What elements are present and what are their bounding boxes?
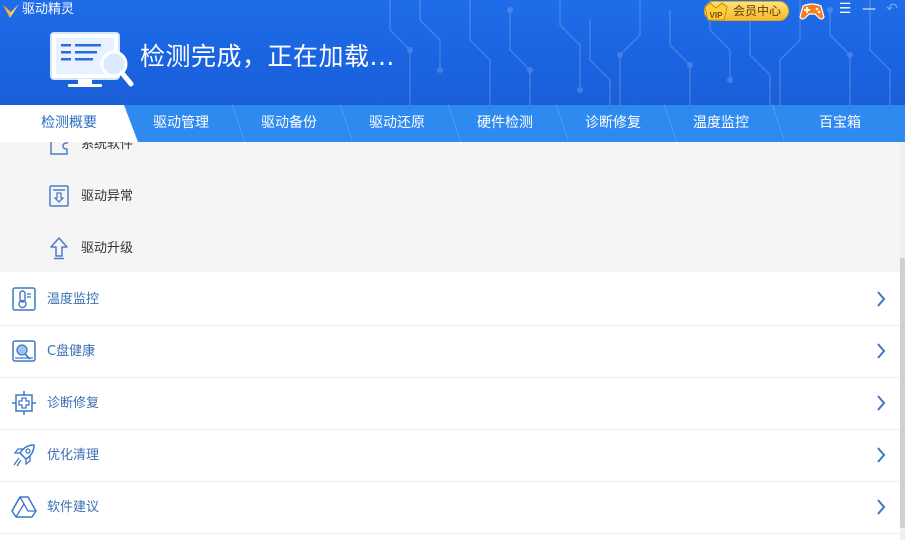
- sub-item-driver-upgrade[interactable]: 驱动升级: [0, 222, 900, 274]
- app-title: 驱动精灵: [22, 2, 75, 17]
- nav-row-label: 温度监控: [47, 292, 100, 307]
- app-logo-icon: [3, 4, 19, 18]
- tab-label: 驱动管理: [153, 115, 209, 131]
- tab-hardware-check[interactable]: 硬件检测: [451, 105, 559, 142]
- overview-content: 系统软件 驱动异常 驱动升级 温度监控 C盘健康 诊断修复 优化清理 软件建议: [0, 142, 905, 540]
- menu-icon[interactable]: ☰: [835, 0, 855, 20]
- chevron-right-icon: [877, 447, 886, 463]
- tab-label: 检测概要: [41, 115, 97, 131]
- game-controller-icon[interactable]: [798, 0, 826, 22]
- tab-driver-manage[interactable]: 驱动管理: [127, 105, 235, 142]
- nav-row-label: 诊断修复: [47, 396, 100, 411]
- minimize-icon[interactable]: —: [859, 0, 879, 20]
- tab-toolbox[interactable]: 百宝箱: [775, 105, 905, 142]
- main-tab-bar: 检测概要 驱动管理 驱动备份 驱动还原 硬件检测 诊断修复 温度监控 百宝箱: [0, 105, 905, 142]
- disk-health-icon: [12, 340, 36, 362]
- software-suggest-icon: [11, 496, 37, 518]
- sub-item-driver-exception[interactable]: 驱动异常: [0, 170, 900, 222]
- tab-overview[interactable]: 检测概要: [0, 105, 138, 142]
- tab-driver-restore[interactable]: 驱动还原: [343, 105, 451, 142]
- vip-center-label: 会员中心: [733, 4, 782, 18]
- diagnose-repair-icon: [12, 391, 36, 415]
- nav-row-temperature-monitor[interactable]: 温度监控: [0, 274, 900, 326]
- title-bar: 驱动精灵 VIP 会员中心 ☰ — ↶: [0, 0, 905, 22]
- scrollbar-thumb[interactable]: [900, 258, 905, 528]
- tab-diagnose-repair[interactable]: 诊断修复: [559, 105, 667, 142]
- status-title: 检测完成，正在加载...: [140, 42, 395, 71]
- chevron-right-icon: [877, 291, 886, 307]
- sub-item-label: 驱动升级: [81, 241, 134, 256]
- header-banner: 驱动精灵 VIP 会员中心 ☰ — ↶ 检测完成，正在加载...: [0, 0, 905, 105]
- tab-driver-backup[interactable]: 驱动备份: [235, 105, 343, 142]
- nav-row-label: 软件建议: [47, 500, 100, 515]
- tab-label: 驱动还原: [369, 115, 425, 131]
- vip-badge-icon: VIP: [704, 2, 728, 21]
- vip-badge-text: VIP: [710, 11, 724, 20]
- tab-temperature-monitor[interactable]: 温度监控: [667, 105, 775, 142]
- chevron-right-icon: [877, 343, 886, 359]
- nav-row-c-drive-health[interactable]: C盘健康: [0, 326, 900, 378]
- sub-item-label: 系统软件: [81, 142, 134, 152]
- sub-item-label: 驱动异常: [81, 189, 134, 204]
- nav-row-label: C盘健康: [47, 344, 96, 359]
- vip-center-button[interactable]: VIP 会员中心: [704, 1, 789, 21]
- upgrade-arrow-icon: [50, 237, 68, 260]
- chevron-right-icon: [877, 395, 886, 411]
- sub-item-system-software[interactable]: 系统软件: [0, 142, 900, 168]
- nav-row-optimize-clean[interactable]: 优化清理: [0, 430, 900, 482]
- driver-exception-icon: [49, 185, 69, 207]
- tab-label: 驱动备份: [261, 115, 317, 131]
- tab-label: 百宝箱: [819, 115, 861, 131]
- tab-label: 诊断修复: [585, 115, 641, 131]
- monitor-scan-icon: [50, 32, 134, 87]
- chevron-right-icon: [877, 499, 886, 515]
- thermometer-icon: [12, 287, 36, 311]
- restore-back-icon[interactable]: ↶: [882, 0, 902, 20]
- tab-label: 温度监控: [693, 115, 749, 131]
- puzzle-icon: [50, 142, 68, 155]
- nav-row-diagnose-repair[interactable]: 诊断修复: [0, 378, 900, 430]
- nav-row-label: 优化清理: [47, 448, 100, 463]
- tab-label: 硬件检测: [477, 115, 533, 131]
- driver-sub-list: 系统软件 驱动异常 驱动升级: [0, 142, 900, 272]
- rocket-icon: [13, 444, 35, 467]
- nav-row-software-suggest[interactable]: 软件建议: [0, 482, 900, 534]
